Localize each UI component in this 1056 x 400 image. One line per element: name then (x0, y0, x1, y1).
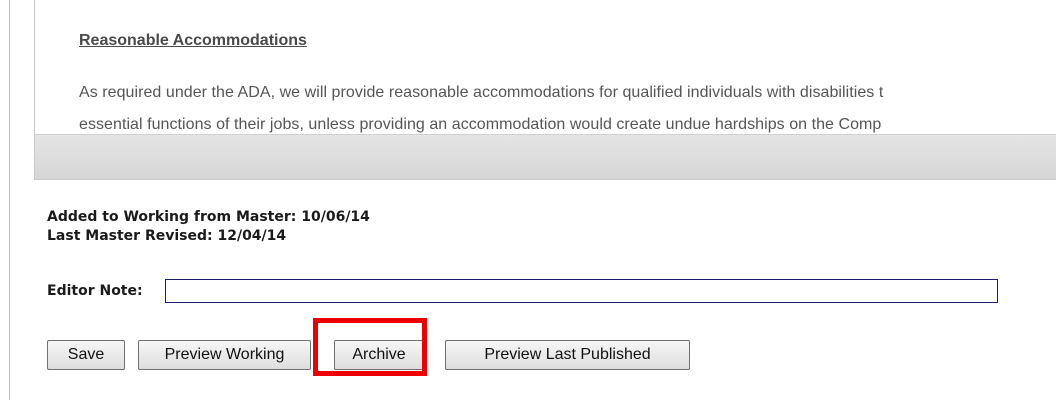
document-text-line: As required under the ADA, we will provi… (79, 84, 884, 101)
preview-working-button[interactable]: Preview Working (138, 340, 311, 370)
document-preview-panel[interactable]: Reasonable Accommodations As required un… (34, 0, 1056, 180)
editor-note-input[interactable] (165, 279, 998, 303)
document-heading: Reasonable Accommodations (79, 32, 307, 49)
archive-button[interactable]: Archive (334, 340, 424, 370)
added-to-working-date: Added to Working from Master: 10/06/14 (47, 209, 370, 225)
editor-note-label: Editor Note: (47, 283, 143, 299)
preview-last-published-button[interactable]: Preview Last Published (445, 340, 690, 370)
document-text-line: essential functions of their jobs, unles… (79, 116, 882, 133)
page-left-border (9, 0, 10, 400)
page: Reasonable Accommodations As required un… (0, 0, 1056, 400)
last-master-revised-date: Last Master Revised: 12/04/14 (47, 228, 287, 244)
document-panel-footer (35, 134, 1056, 179)
document-content: Reasonable Accommodations As required un… (35, 0, 1056, 134)
save-button[interactable]: Save (47, 340, 125, 370)
